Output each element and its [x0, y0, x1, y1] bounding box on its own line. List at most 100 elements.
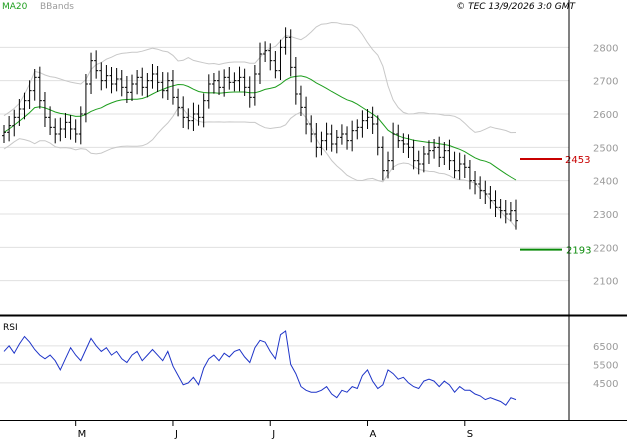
price-bar — [345, 126, 350, 150]
rsi-series-line — [3, 330, 517, 406]
price-tick-label: 2200 — [593, 243, 618, 254]
price-bar — [432, 139, 437, 159]
price-bar — [165, 72, 170, 100]
price-grid — [0, 46, 569, 282]
month-label: M — [78, 429, 87, 440]
price-bar — [114, 68, 119, 92]
price-bar — [73, 119, 78, 143]
price-bar — [350, 120, 355, 152]
price-tick-label: 2400 — [593, 177, 618, 188]
price-bar — [426, 140, 431, 164]
price-bar — [273, 51, 278, 79]
price-bar — [334, 130, 339, 154]
price-axis: 2100 2200 2300 2400 2500 2600 2700 2800 — [593, 43, 618, 287]
price-bar — [467, 160, 472, 190]
rsi-line — [3, 330, 517, 406]
price-tick-label: 2700 — [593, 77, 618, 88]
price-bar — [78, 106, 83, 145]
price-bar — [196, 104, 201, 126]
legend-ma20: MA20 — [2, 2, 28, 12]
price-bar — [503, 200, 508, 224]
price-bar — [339, 124, 344, 145]
price-bar — [217, 70, 222, 95]
price-bar — [319, 131, 324, 156]
price-tick-label: 2500 — [593, 143, 618, 154]
rsi-tick-label: 6500 — [593, 342, 618, 353]
price-bar — [145, 73, 150, 98]
price-bar — [386, 151, 390, 179]
rsi-axis: 4500 5500 6500 — [593, 342, 618, 390]
price-bar — [68, 115, 73, 140]
price-bar — [370, 106, 375, 134]
price-bar — [416, 150, 421, 175]
price-bar — [375, 115, 380, 156]
copyright-label: © TEC 13/9/2026 3:0 GMT — [456, 2, 576, 12]
price-bar — [263, 41, 268, 62]
price-bar — [186, 108, 191, 130]
price-bar — [99, 62, 104, 91]
price-bar — [53, 118, 58, 144]
price-bar — [130, 74, 134, 101]
price-bar — [442, 142, 447, 165]
month-label: A — [370, 429, 377, 440]
support-label: 2193 — [566, 246, 591, 257]
price-bar — [406, 134, 411, 158]
price-bar — [227, 67, 232, 90]
month-label: J — [271, 429, 275, 440]
chart: MJJAS 24532193 2100220023002400250026002… — [0, 0, 627, 440]
price-tick-label: 2100 — [593, 277, 618, 288]
price-bar — [462, 154, 467, 178]
price-bar — [452, 151, 457, 178]
price-bar — [258, 42, 262, 84]
price-bar — [104, 65, 109, 89]
price-tick-label: 2800 — [593, 43, 618, 54]
price-bar — [63, 113, 68, 138]
price-bar — [314, 123, 319, 158]
price-bar — [447, 139, 452, 170]
price-bar — [27, 80, 32, 109]
price-bar — [237, 66, 242, 92]
price-bar — [421, 146, 426, 173]
month-label: J — [174, 429, 178, 440]
price-bar — [2, 125, 6, 143]
rsi-tick-label: 5500 — [593, 360, 618, 371]
price-bar — [355, 119, 360, 140]
price-bar — [498, 199, 503, 219]
support-resistance: 24532193 — [520, 155, 591, 257]
price-bar — [135, 70, 140, 95]
price-bar — [160, 72, 165, 99]
price-bar — [252, 65, 257, 106]
frame — [0, 0, 627, 421]
price-bar — [283, 27, 288, 55]
price-bars — [2, 27, 518, 230]
price-bar — [411, 139, 416, 170]
legend-bbands: BBands — [40, 2, 74, 12]
month-label: S — [467, 429, 473, 440]
rsi-tick-label: 4500 — [593, 379, 618, 390]
price-bar — [401, 133, 406, 153]
price-bar — [170, 70, 175, 105]
price-bar — [232, 72, 237, 92]
price-bar — [150, 64, 155, 89]
price-bar — [176, 88, 181, 117]
price-bar — [298, 85, 303, 116]
price-bar — [119, 70, 124, 97]
price-bar — [42, 92, 47, 127]
price-bar — [309, 115, 314, 143]
price-bar — [181, 96, 186, 128]
price-bar — [206, 74, 211, 109]
price-bar — [380, 136, 385, 181]
price-bar — [7, 116, 12, 142]
price-bar — [437, 136, 442, 167]
price-bar — [140, 67, 145, 96]
price-tick-label: 2600 — [593, 110, 618, 121]
price-bar — [324, 122, 329, 151]
price-bar — [211, 73, 216, 94]
price-tick-label: 2300 — [593, 210, 618, 221]
month-ticks: MJJAS — [75, 420, 473, 440]
price-bar — [89, 52, 94, 94]
price-bar — [58, 117, 63, 142]
price-bar — [457, 152, 462, 180]
price-bar — [391, 122, 396, 170]
price-bar — [508, 202, 513, 222]
